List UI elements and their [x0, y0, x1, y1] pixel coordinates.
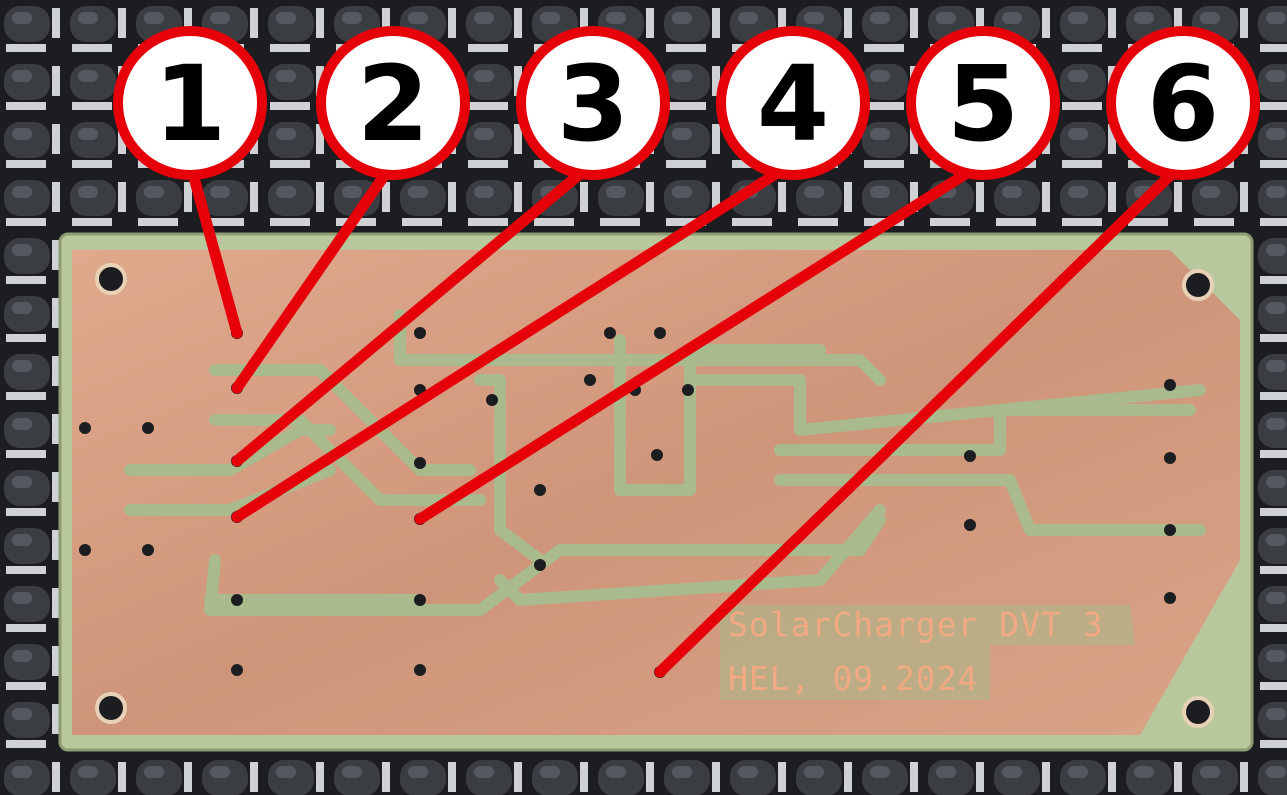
drill-pad	[414, 594, 426, 606]
drill-pad	[1164, 592, 1176, 604]
drill-pad	[142, 544, 154, 556]
drill-pad	[231, 664, 243, 676]
drill-pad	[79, 422, 91, 434]
drill-pad	[654, 327, 666, 339]
drill-pad	[1164, 379, 1176, 391]
silkscreen-line2: HEL, 09.2024	[728, 659, 978, 698]
drill-pad	[486, 394, 498, 406]
drill-pad	[534, 559, 546, 571]
drill-pad	[414, 664, 426, 676]
callout-number: 4	[757, 43, 829, 165]
callout-number: 1	[154, 43, 226, 165]
callout-number: 5	[947, 43, 1019, 165]
photo-scene: SolarCharger DVT 3 HEL, 09.2024 1 2 3 45 6	[0, 0, 1287, 795]
callout-number: 2	[357, 43, 429, 165]
drill-pad	[1164, 524, 1176, 536]
drill-pad	[534, 484, 546, 496]
drill-pad	[414, 457, 426, 469]
silkscreen-line1: SolarCharger DVT 3	[728, 605, 1104, 644]
pcb-photo: SolarCharger DVT 3 HEL, 09.2024 1 2 3 45 6	[0, 0, 1287, 795]
drill-pad	[682, 384, 694, 396]
drill-pad	[651, 449, 663, 461]
drill-pad	[142, 422, 154, 434]
drill-pad	[964, 519, 976, 531]
drill-pad	[79, 544, 91, 556]
drill-pad	[414, 327, 426, 339]
drill-pad	[584, 374, 596, 386]
callout-number: 3	[557, 43, 629, 165]
drill-pad	[964, 450, 976, 462]
callout-number: 6	[1147, 43, 1219, 165]
drill-pad	[231, 594, 243, 606]
drill-pad	[604, 327, 616, 339]
drill-pad	[1164, 452, 1176, 464]
